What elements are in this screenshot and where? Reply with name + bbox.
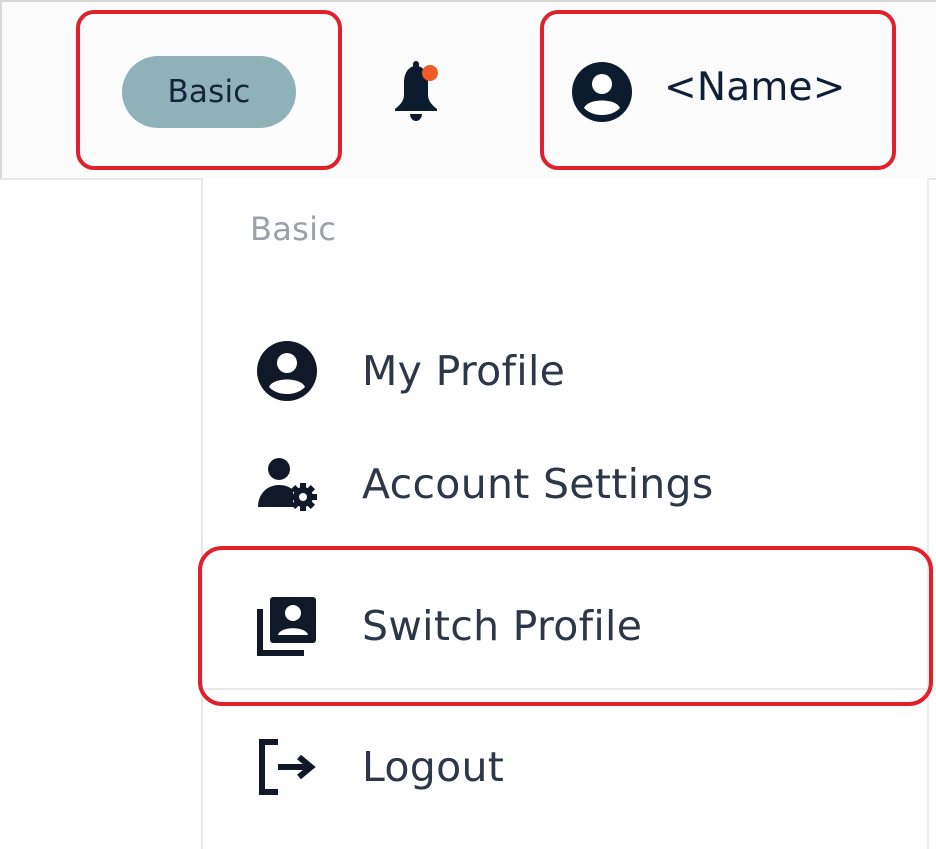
menu-item-label: Account Settings [362, 460, 714, 508]
switch-profile-icon [252, 591, 322, 661]
notifications-button[interactable] [386, 60, 446, 124]
user-circle-icon [572, 62, 632, 122]
menu-separator [202, 688, 927, 690]
user-avatar-button[interactable] [570, 60, 634, 124]
user-name-label[interactable]: <Name> [664, 65, 846, 110]
user-gear-icon [252, 449, 322, 519]
dropdown-section-label: Basic [250, 210, 337, 248]
user-circle-icon [252, 336, 322, 406]
menu-item-logout[interactable]: Logout [202, 722, 927, 812]
top-navigation-bar: Basic <Name> [0, 0, 936, 180]
bell-icon [395, 61, 438, 121]
menu-item-label: Switch Profile [362, 602, 643, 650]
menu-item-my-profile[interactable]: My Profile [202, 326, 927, 416]
plan-badge-label: Basic [167, 74, 251, 110]
plan-badge[interactable]: Basic [122, 56, 296, 128]
menu-item-account-settings[interactable]: Account Settings [202, 439, 927, 529]
left-edge-border [0, 2, 2, 180]
menu-item-label: My Profile [362, 347, 566, 395]
menu-item-switch-profile[interactable]: Switch Profile [202, 581, 927, 671]
menu-item-label: Logout [362, 743, 505, 791]
notification-dot [422, 65, 438, 81]
logout-icon [252, 732, 322, 802]
